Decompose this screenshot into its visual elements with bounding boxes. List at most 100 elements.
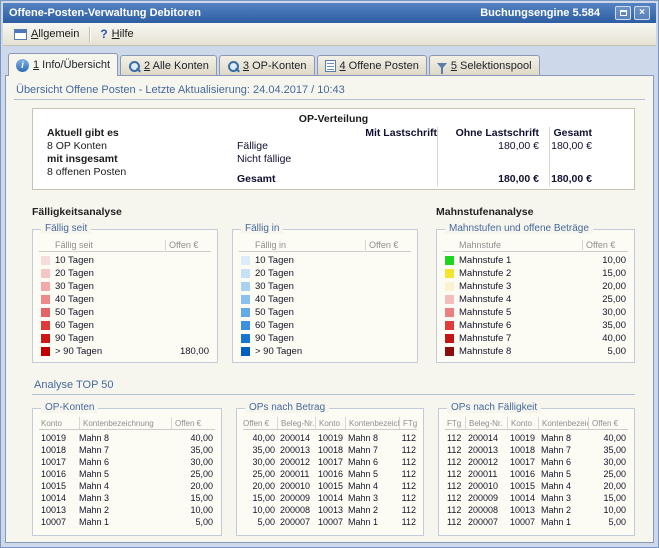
- tab-selektionspool[interactable]: 5 Selektionspool: [429, 55, 540, 75]
- color-swatch: [41, 282, 50, 291]
- table-row[interactable]: 112 200011 10016 Mahn 5 25,00: [445, 468, 628, 480]
- mahnstufen-panel: Mahnstufen und offene Beträge Mahnstufe …: [436, 229, 635, 363]
- legend-row: Mahnstufe 3 20,00: [443, 280, 628, 293]
- col-header-offen: Offen €: [243, 417, 277, 429]
- form-icon: [14, 29, 27, 40]
- color-swatch: [41, 347, 50, 356]
- legend-header: Fällig seit Offen €: [39, 238, 211, 252]
- legend-row: 10 Tagen: [39, 254, 211, 267]
- intro-line: Aktuell gibt es: [47, 127, 237, 140]
- table-row[interactable]: 5,00 200007 10007 Mahn 1 112: [243, 516, 417, 528]
- color-swatch: [445, 347, 454, 356]
- col-header-beleg: Beleg-Nr.: [277, 417, 315, 429]
- legend-row: Mahnstufe 5 30,00: [443, 306, 628, 319]
- color-swatch: [41, 295, 50, 304]
- dist-title: OP-Verteilung: [41, 113, 626, 125]
- col-header-ftg: FTg: [399, 417, 417, 429]
- cell-nichtfaellige-mit: [342, 153, 437, 166]
- table-row[interactable]: 30,00 200012 10017 Mahn 6 112: [243, 456, 417, 468]
- table-row[interactable]: 25,00 200011 10016 Mahn 5 112: [243, 468, 417, 480]
- table-row[interactable]: 20,00 200010 10015 Mahn 4 112: [243, 480, 417, 492]
- table-header: FTg Beleg-Nr. Konto Kontenbezeichnung Of…: [445, 417, 628, 430]
- color-swatch: [241, 295, 250, 304]
- row-label: Fällige: [237, 140, 342, 153]
- col-header-offen: Offen €: [588, 417, 628, 429]
- table-row[interactable]: 112 200007 10007 Mahn 1 5,00: [445, 516, 628, 528]
- col-header-kontenbezeichnung: Kontenbezeichnung: [79, 417, 171, 429]
- tab-alle-konten[interactable]: 2 Alle Konten: [120, 55, 217, 75]
- restore-button[interactable]: [615, 6, 631, 20]
- table-row[interactable]: 10014 Mahn 3 15,00: [39, 492, 215, 504]
- table-row[interactable]: 112 200008 10013 Mahn 2 10,00: [445, 504, 628, 516]
- table-row[interactable]: 15,00 200009 10014 Mahn 3 112: [243, 492, 417, 504]
- col-header-konto: Konto: [507, 417, 538, 429]
- table-row[interactable]: 40,00 200014 10019 Mahn 8 112: [243, 432, 417, 444]
- color-swatch: [41, 334, 50, 343]
- funnel-icon: [437, 63, 447, 69]
- table-row[interactable]: 10019 Mahn 8 40,00: [39, 432, 215, 444]
- table-row[interactable]: 112 200014 10019 Mahn 8 40,00: [445, 432, 628, 444]
- color-swatch: [241, 321, 250, 330]
- table-row[interactable]: 10013 Mahn 2 10,00: [39, 504, 215, 516]
- table-header: Konto Kontenbezeichnung Offen €: [39, 417, 215, 430]
- cell-faellige-mit: [342, 140, 437, 153]
- tab-offene-posten[interactable]: 4 Offene Posten: [317, 55, 427, 75]
- menubar: Allgemein ? Hilfe: [3, 23, 656, 46]
- menu-allgemein[interactable]: Allgemein: [8, 26, 85, 42]
- legend-row: 20 Tagen: [239, 267, 411, 280]
- menu-hilfe[interactable]: ? Hilfe: [94, 25, 139, 43]
- table-row[interactable]: 112 200009 10014 Mahn 3 15,00: [445, 492, 628, 504]
- tab-op-konten[interactable]: 3 OP-Konten: [219, 55, 315, 75]
- info-icon: i: [16, 59, 29, 72]
- table-row[interactable]: 10,00 200008 10013 Mahn 2 112: [243, 504, 417, 516]
- col-header-mit-lastschrift: Mit Lastschrift: [342, 127, 437, 140]
- panel-caption: Fällig seit: [41, 223, 91, 234]
- table-row[interactable]: 112 200013 10018 Mahn 7 35,00: [445, 444, 628, 456]
- dist-intro: Aktuell gibt es 8 OP Konten mit insgesam…: [41, 127, 237, 186]
- close-icon: ×: [639, 8, 645, 18]
- color-swatch: [241, 256, 250, 265]
- titlebar: Offene-Posten-Verwaltung Debitoren Buchu…: [3, 3, 656, 23]
- dist-corner-cell: [237, 127, 342, 140]
- table-row[interactable]: 10007 Mahn 1 5,00: [39, 516, 215, 528]
- legend-row: Mahnstufe 4 25,00: [443, 293, 628, 306]
- op-konten-table-rows: 10019 Mahn 8 40,00 10018 Mahn 7 35,00 10…: [39, 432, 215, 528]
- intro-line: mit insgesamt: [47, 153, 237, 166]
- legend-header: Mahnstufe Offen €: [443, 238, 628, 252]
- faellig-seit-panel: Fällig seit Fällig seit Offen € 10 Tagen: [32, 229, 218, 363]
- color-swatch: [41, 321, 50, 330]
- search-accounts-icon: [227, 60, 239, 72]
- legend-row: 90 Tagen: [39, 332, 211, 345]
- panel-caption: OP-Konten: [41, 402, 98, 413]
- table-row[interactable]: 35,00 200013 10018 Mahn 7 112: [243, 444, 417, 456]
- row-label: Gesamt: [237, 173, 342, 186]
- ops-nach-betrag-panel: OPs nach Betrag Offen € Beleg-Nr. Konto …: [236, 408, 424, 536]
- legend-row: Mahnstufe 8 5,00: [443, 345, 628, 358]
- tab-info-uebersicht[interactable]: i 1 Info/Übersicht: [8, 53, 118, 76]
- table-row[interactable]: 10017 Mahn 6 30,00: [39, 456, 215, 468]
- color-swatch: [445, 334, 454, 343]
- search-icon: [128, 60, 140, 72]
- app-window: Offene-Posten-Verwaltung Debitoren Buchu…: [0, 0, 659, 548]
- legend-row: 30 Tagen: [39, 280, 211, 293]
- cell-nichtfaellige-gesamt: [549, 153, 626, 166]
- table-row[interactable]: 112 200012 10017 Mahn 6 30,00: [445, 456, 628, 468]
- ops-nach-faelligkeit-panel: OPs nach Fälligkeit FTg Beleg-Nr. Konto …: [438, 408, 635, 536]
- col-header-ftg: FTg: [445, 417, 465, 429]
- table-row[interactable]: 112 200010 10015 Mahn 4 20,00: [445, 480, 628, 492]
- row-label: Nicht fällige: [237, 153, 342, 166]
- table-row[interactable]: 10018 Mahn 7 35,00: [39, 444, 215, 456]
- table-row[interactable]: 10016 Mahn 5 25,00: [39, 468, 215, 480]
- legend-row: Mahnstufe 7 40,00: [443, 332, 628, 345]
- mahnstufen-rows: Mahnstufe 1 10,00 Mahnstufe 2 15,00: [443, 254, 628, 358]
- table-row[interactable]: 10015 Mahn 4 20,00: [39, 480, 215, 492]
- col-header-kontenbezeichnung: Kontenbezeichnung: [538, 417, 588, 429]
- restore-icon: [620, 10, 627, 16]
- faelligkeitsanalyse-title: Fälligkeitsanalyse: [32, 206, 418, 218]
- top50-header: Analyse TOP 50: [32, 377, 635, 395]
- legend-row: 10 Tagen: [239, 254, 411, 267]
- close-button[interactable]: ×: [634, 6, 650, 20]
- col-header-konto: Konto: [39, 417, 79, 429]
- col-header-offen: Offen €: [171, 417, 215, 429]
- legend-header: Fällig in Offen €: [239, 238, 411, 252]
